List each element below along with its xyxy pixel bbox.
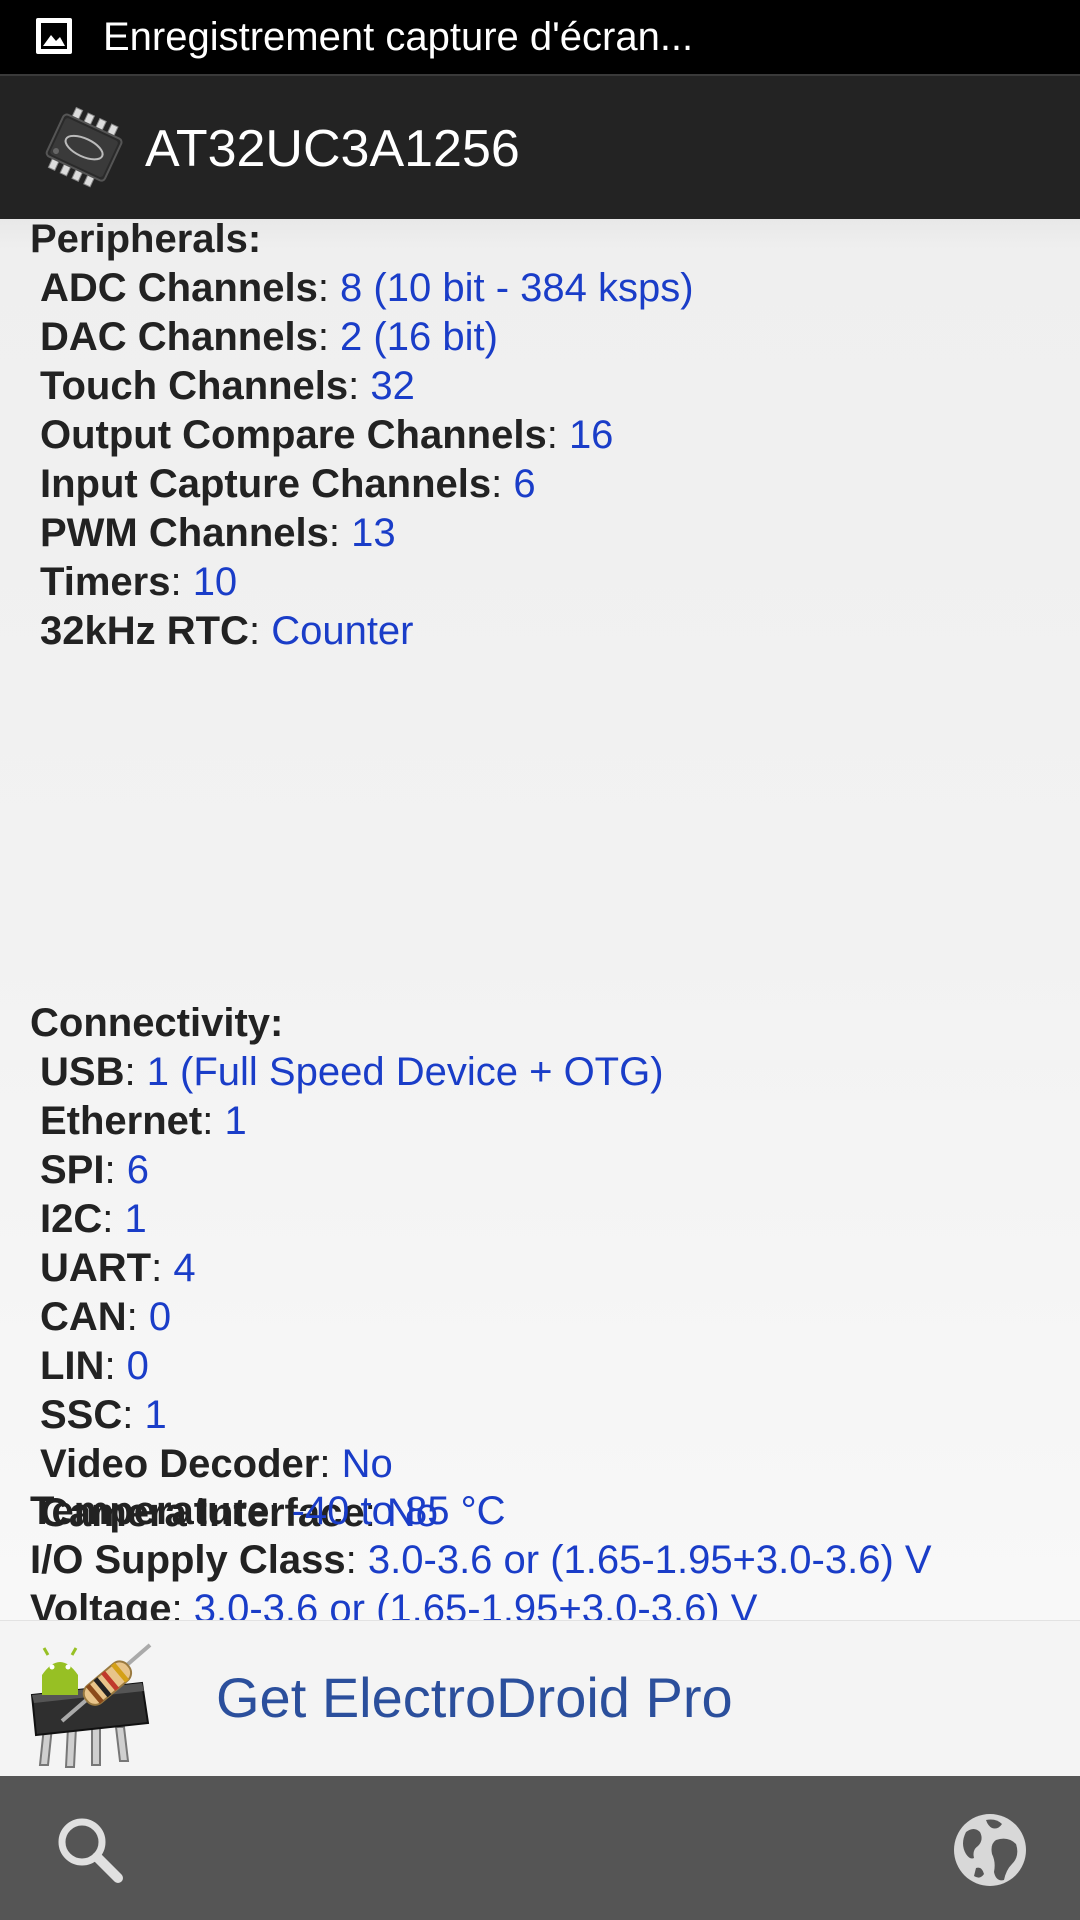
spec-value: 16 [568, 413, 614, 457]
spec-separator: : [319, 1442, 342, 1486]
spec-separator: : [269, 1489, 292, 1533]
section-title-peripherals: Peripherals: [30, 217, 262, 261]
spec-label: PWM Channels [40, 511, 329, 555]
spec-value: 0 [148, 1295, 172, 1339]
part-details: Peripherals: ADC Channels: 8 (10 bit - 3… [0, 217, 1080, 1680]
spec-label: Temperature [30, 1489, 270, 1533]
spec-label: ADC Channels [40, 266, 318, 310]
spec-row: Output Compare Channels: 16 [30, 411, 694, 460]
spec-separator: : [248, 609, 272, 653]
spec-row: ADC Channels: 8 (10 bit - 384 ksps) [30, 264, 694, 313]
spec-separator: : [546, 413, 569, 457]
spec-separator: : [122, 1393, 145, 1437]
spec-label: LIN [40, 1344, 105, 1388]
spec-row: Timers: 10 [30, 558, 694, 607]
spec-separator: : [104, 1344, 127, 1388]
spec-row: Input Capture Channels: 6 [30, 460, 694, 509]
spec-value: Counter [271, 609, 414, 653]
search-icon[interactable] [52, 1812, 128, 1888]
spec-label: USB [40, 1050, 125, 1094]
spec-separator: : [124, 1050, 147, 1094]
spec-value: 6 [513, 462, 536, 506]
spec-label: Video Decoder [40, 1442, 320, 1486]
spec-label: SSC [40, 1393, 123, 1437]
spec-row: SSC: 1 [30, 1391, 664, 1440]
spec-value: -40 to 85 °C [291, 1489, 506, 1533]
app-bar: AT32UC3A1256 [0, 74, 1080, 219]
status-bar: Enregistrement capture d'écran... [0, 0, 1080, 74]
spec-row: PWM Channels: 13 [30, 509, 694, 558]
spec-separator: : [102, 1197, 125, 1241]
notification-text: Enregistrement capture d'écran... [103, 15, 694, 59]
get-pro-label: Get ElectroDroid Pro [216, 1666, 733, 1729]
spec-separator: : [104, 1148, 127, 1192]
spec-separator: : [348, 364, 371, 408]
spec-row: I2C: 1 [30, 1195, 664, 1244]
spec-separator: : [328, 511, 352, 555]
spec-separator: : [345, 1538, 368, 1582]
connectivity-list: USB: 1 (Full Speed Device + OTG) Ethernet… [30, 1048, 664, 1538]
spec-row: SPI: 6 [30, 1146, 664, 1195]
spec-separator: : [151, 1246, 174, 1290]
spec-row: DAC Channels: 2 (16 bit) [30, 313, 694, 362]
spec-row: Video Decoder: No [30, 1440, 664, 1489]
spec-label: Output Compare Channels [40, 413, 547, 457]
spec-value: 4 [173, 1246, 196, 1290]
spec-label: Ethernet [40, 1099, 203, 1143]
spec-row: 32kHz RTC: Counter [30, 607, 694, 656]
section-title-connectivity: Connectivity: [30, 1001, 284, 1045]
spec-value: 10 [192, 560, 238, 604]
microchip-icon [45, 106, 123, 188]
spec-value: 2 (16 bit) [340, 315, 498, 359]
spec-value: 0 [126, 1344, 149, 1388]
spec-label: 32kHz RTC [40, 609, 249, 653]
spec-value: 13 [351, 511, 396, 555]
spec-separator: : [170, 560, 193, 604]
connectivity-section: Connectivity: USB: 1 (Full Speed Device … [30, 999, 664, 1538]
spec-separator: : [317, 315, 341, 359]
spec-row: Ethernet: 1 [30, 1097, 664, 1146]
spec-value: 1 [224, 1099, 247, 1143]
spec-separator: : [126, 1295, 149, 1339]
spec-label: Timers [40, 560, 171, 604]
spec-row: Touch Channels: 32 [30, 362, 694, 411]
spec-row: I/O Supply Class: 3.0-3.6 or (1.65-1.95+… [30, 1536, 932, 1585]
peripherals-section: Peripherals: ADC Channels: 8 (10 bit - 3… [30, 215, 694, 656]
spec-separator: : [317, 266, 341, 310]
spec-value: 6 [126, 1148, 149, 1192]
spec-value: 8 (10 bit - 384 ksps) [340, 266, 694, 310]
get-pro-banner[interactable]: Get ElectroDroid Pro [0, 1620, 1080, 1777]
spec-label: I/O Supply Class [30, 1538, 346, 1582]
spec-value: 1 (Full Speed Device + OTG) [146, 1050, 664, 1094]
spec-row: USB: 1 (Full Speed Device + OTG) [30, 1048, 664, 1097]
peripherals-list: ADC Channels: 8 (10 bit - 384 ksps) DAC C… [30, 264, 694, 656]
spec-row: CAN: 0 [30, 1293, 664, 1342]
spec-value: 3.0-3.6 or (1.65-1.95+3.0-3.6) V [367, 1538, 932, 1582]
spec-label: I2C [40, 1197, 103, 1241]
page-title: AT32UC3A1256 [145, 120, 520, 178]
spec-label: CAN [40, 1295, 127, 1339]
screenshot-image-icon [36, 18, 72, 54]
spec-separator: : [491, 462, 514, 506]
spec-separator: : [202, 1099, 225, 1143]
spec-value: 1 [124, 1197, 147, 1241]
spec-row: Temperature: -40 to 85 °C [30, 1487, 932, 1536]
spec-value: 32 [370, 364, 415, 408]
bottom-bar [0, 1776, 1080, 1920]
globe-icon[interactable] [950, 1810, 1030, 1890]
spec-row: UART: 4 [30, 1244, 664, 1293]
spec-value: No [341, 1442, 393, 1486]
spec-label: DAC Channels [40, 315, 318, 359]
spec-value: 1 [144, 1393, 167, 1437]
spec-label: SPI [40, 1148, 105, 1192]
spec-label: Touch Channels [40, 364, 349, 408]
electrodroid-pro-icon [30, 1643, 152, 1768]
spec-label: UART [40, 1246, 152, 1290]
spec-row: LIN: 0 [30, 1342, 664, 1391]
spec-label: Input Capture Channels [40, 462, 492, 506]
